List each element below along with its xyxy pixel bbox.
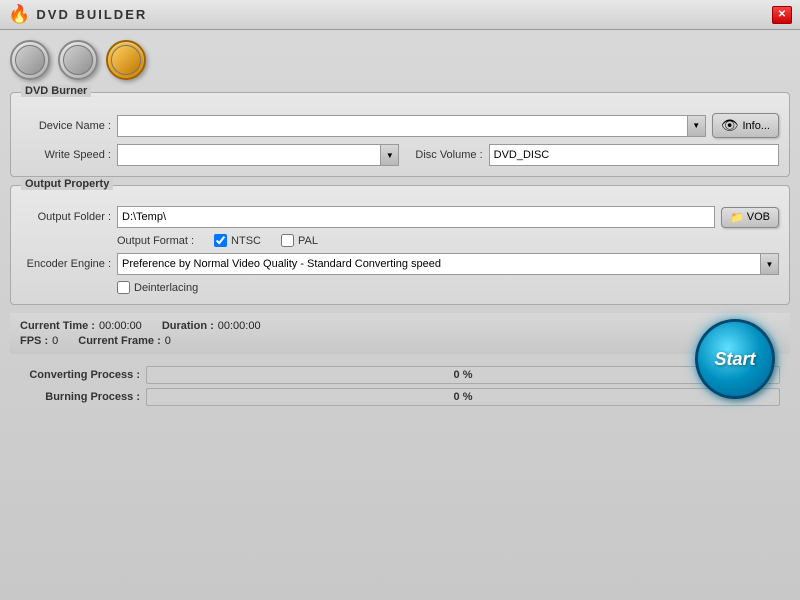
- vob-button[interactable]: 📁 VOB: [721, 207, 779, 228]
- deinterlacing-label: Deinterlacing: [134, 282, 198, 294]
- device-name-label: Device Name :: [21, 120, 111, 132]
- disc-volume-input[interactable]: [489, 144, 779, 166]
- status-section: Current Time : 00:00:00 Duration : 00:00…: [10, 313, 790, 354]
- current-time-value: 00:00:00: [99, 320, 142, 332]
- deinterlacing-checkbox[interactable]: [117, 281, 130, 294]
- vob-btn-label: VOB: [747, 211, 770, 223]
- encoder-engine-dropdown[interactable]: ▼: [117, 253, 779, 275]
- write-speed-row: Write Speed : ▼ Disc Volume :: [21, 144, 779, 166]
- eye-icon: 👁: [721, 117, 739, 134]
- pal-label: PAL: [298, 235, 318, 247]
- flame-icon: 🔥: [8, 4, 30, 25]
- toolbar-button-3-inner: [111, 45, 141, 75]
- dvd-burner-group: DVD Burner Device Name : ▼ 👁 Info... Wri…: [10, 92, 790, 177]
- output-format-label: Output Format :: [117, 235, 194, 247]
- toolbar-button-2[interactable]: [58, 40, 98, 80]
- progress-section: Converting Process : 0 % Burning Process…: [10, 358, 790, 414]
- device-name-row: Device Name : ▼ 👁 Info...: [21, 113, 779, 138]
- duration-value: 00:00:00: [218, 320, 261, 332]
- title-bar: 🔥 DVD BUILDER ✕: [0, 0, 800, 30]
- output-format-row: Output Format : NTSC PAL: [117, 234, 779, 247]
- fps-label: FPS :: [20, 335, 48, 347]
- device-name-input[interactable]: [118, 118, 687, 134]
- device-name-arrow[interactable]: ▼: [687, 116, 705, 136]
- ntsc-checkbox[interactable]: [214, 234, 227, 247]
- info-btn-label: Info...: [742, 120, 770, 132]
- fps-value: 0: [52, 335, 58, 347]
- disc-volume-label: Disc Volume :: [415, 149, 482, 161]
- converting-progress-bar: 0 %: [146, 366, 780, 384]
- start-btn-label: Start: [714, 349, 755, 370]
- status-row-2: FPS : 0 Current Frame : 0: [20, 335, 780, 347]
- current-time-label: Current Time :: [20, 320, 95, 332]
- encoder-engine-row: Encoder Engine : ▼: [21, 253, 779, 275]
- toolbar-button-1-inner: [15, 45, 45, 75]
- close-button[interactable]: ✕: [772, 6, 792, 24]
- status-row-1: Current Time : 00:00:00 Duration : 00:00…: [20, 320, 780, 332]
- output-folder-row: Output Folder : 📁 VOB: [21, 206, 779, 228]
- dvd-burner-title: DVD Burner: [21, 85, 91, 97]
- current-time-item: Current Time : 00:00:00: [20, 320, 142, 332]
- toolbar-button-2-inner: [63, 45, 93, 75]
- duration-item: Duration : 00:00:00: [162, 320, 261, 332]
- current-frame-value: 0: [165, 335, 171, 347]
- pal-checkbox[interactable]: [281, 234, 294, 247]
- bottom-section: Converting Process : 0 % Burning Process…: [10, 358, 790, 414]
- output-folder-input[interactable]: [117, 206, 715, 228]
- fps-item: FPS : 0: [20, 335, 58, 347]
- toolbar-button-1[interactable]: [10, 40, 50, 80]
- output-property-group: Output Property Output Folder : 📁 VOB Ou…: [10, 185, 790, 305]
- current-frame-item: Current Frame : 0: [78, 335, 171, 347]
- main-window: DVD Burner Device Name : ▼ 👁 Info... Wri…: [0, 30, 800, 600]
- converting-progress-text: 0 %: [454, 369, 473, 381]
- converting-process-label: Converting Process :: [20, 369, 140, 381]
- write-speed-arrow[interactable]: ▼: [380, 145, 398, 165]
- encoder-engine-arrow[interactable]: ▼: [760, 254, 778, 274]
- output-folder-label: Output Folder :: [21, 211, 111, 223]
- burning-process-label: Burning Process :: [20, 391, 140, 403]
- write-speed-dropdown[interactable]: ▼: [117, 144, 399, 166]
- burning-process-row: Burning Process : 0 %: [20, 388, 780, 406]
- toolbar: [10, 40, 790, 80]
- toolbar-button-3[interactable]: [106, 40, 146, 80]
- folder-icon: 📁: [730, 211, 744, 224]
- ntsc-label: NTSC: [231, 235, 261, 247]
- info-button[interactable]: 👁 Info...: [712, 113, 779, 138]
- write-speed-label: Write Speed :: [21, 149, 111, 161]
- duration-label: Duration :: [162, 320, 214, 332]
- encoder-engine-label: Encoder Engine :: [21, 258, 111, 270]
- window-title: DVD BUILDER: [36, 7, 147, 22]
- write-speed-input[interactable]: [118, 147, 380, 163]
- current-frame-label: Current Frame :: [78, 335, 161, 347]
- deinterlacing-row: Deinterlacing: [117, 281, 779, 294]
- pal-checkbox-row: PAL: [281, 234, 318, 247]
- converting-process-row: Converting Process : 0 %: [20, 366, 780, 384]
- output-property-title: Output Property: [21, 178, 113, 190]
- burning-progress-bar: 0 %: [146, 388, 780, 406]
- start-button[interactable]: Start: [695, 319, 775, 399]
- encoder-engine-input[interactable]: [118, 256, 760, 272]
- device-name-dropdown[interactable]: ▼: [117, 115, 706, 137]
- ntsc-checkbox-row: NTSC: [214, 234, 261, 247]
- burning-progress-text: 0 %: [454, 391, 473, 403]
- deinterlacing-checkbox-row: Deinterlacing: [117, 281, 198, 294]
